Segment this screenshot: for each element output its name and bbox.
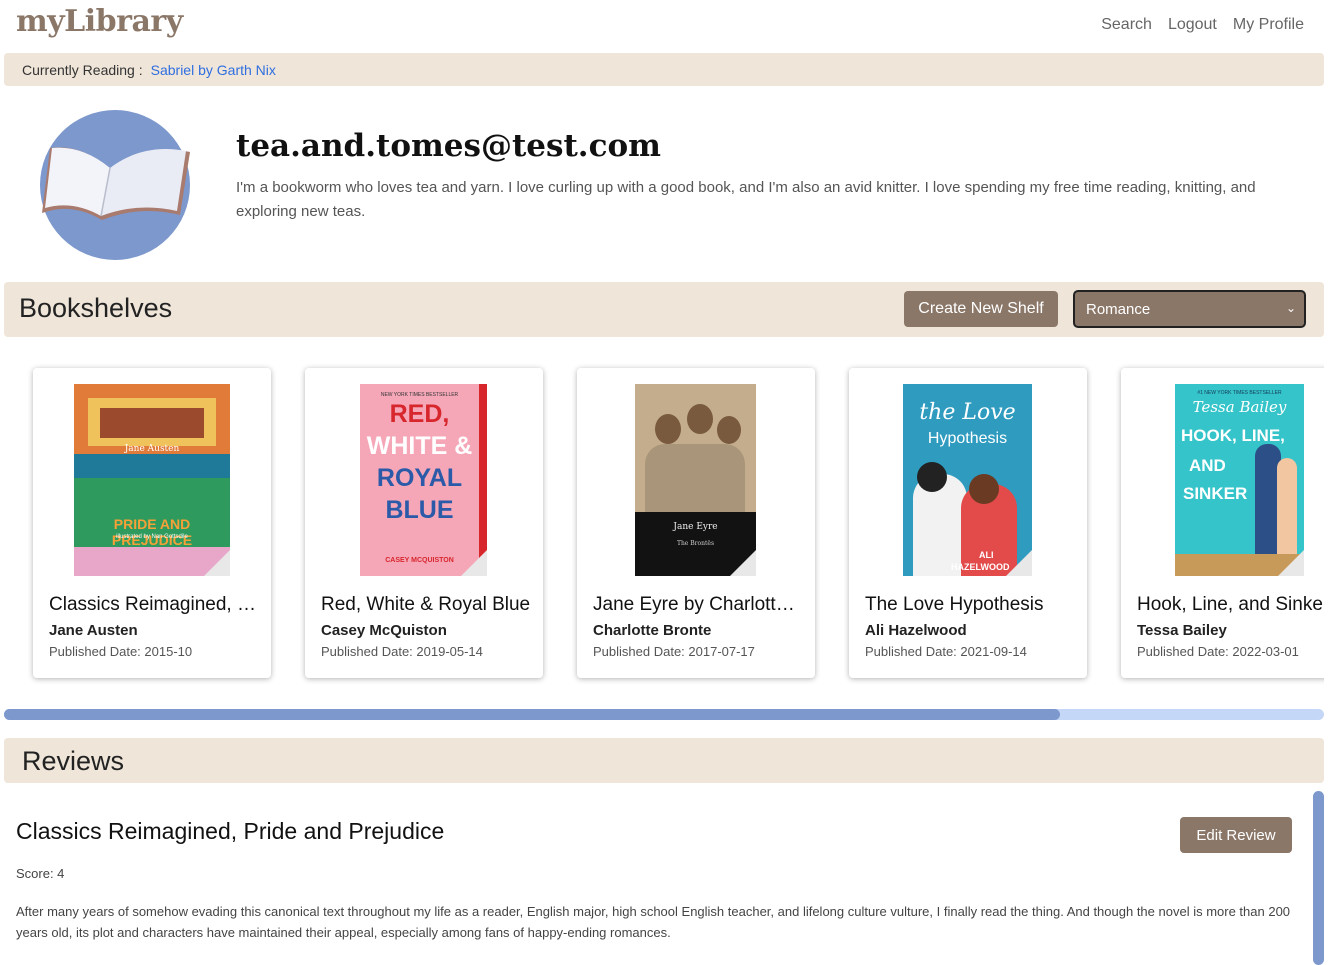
review-book-title: Classics Reimagined, Pride and Prejudice [16,818,445,844]
cover-bestseller-text: NEW YORK TIMES BESTSELLER [380,392,459,398]
open-book-icon [42,147,190,220]
bookshelf-scrollbar-thumb[interactable] [4,709,1060,720]
book-cover: the Love Hypothesis ALI HAZELWOOD [903,384,1032,576]
book-title[interactable]: The Love Hypothesis [865,594,1075,616]
book-author: Jane Austen [49,622,138,639]
book-cover: NEW YORK TIMES BESTSELLER RED, WHITE & R… [360,384,487,576]
reviews-header: Reviews [4,738,1324,783]
reviews-scrollbar-thumb[interactable] [1313,791,1324,965]
bookshelves-header: Bookshelves Create New Shelf Romance ⌄ [4,282,1324,337]
shelf-select[interactable]: Romance ⌄ [1073,290,1306,328]
profile-avatar [40,110,190,260]
nav-search-link[interactable]: Search [1101,16,1152,34]
cover-title-line3: SINKER [1183,484,1248,503]
page-curl-icon [1278,550,1304,576]
currently-reading-label: Currently Reading : [22,61,143,78]
edit-review-button[interactable]: Edit Review [1180,817,1292,853]
cover-author-text: Jane Austen [124,444,180,454]
book-published-date: Published Date: 2015-10 [49,644,193,659]
cover-bestseller-text: #1 NEW YORK TIMES BESTSELLER [1197,390,1282,396]
book-author: Ali Hazelwood [865,622,967,639]
nav-links: Search Logout My Profile [1101,16,1304,34]
cover-title-line1: HOOK, LINE, [1181,426,1285,445]
profile-bio: I'm a bookworm who loves tea and yarn. I… [236,179,1256,220]
book-published-date: Published Date: 2019-05-14 [321,644,483,659]
page-curl-icon [1006,550,1032,576]
currently-reading-book-link[interactable]: Sabriel by Garth Nix [151,62,276,78]
cover-title-line4: BLUE [385,496,454,524]
book-author: Tessa Bailey [1137,622,1227,639]
cover-author-line2: HAZELWOOD [951,562,1010,572]
book-published-date: Published Date: 2022-03-01 [1137,644,1299,659]
cover-title-line1: RED, [389,400,450,428]
book-cover: Jane Eyre The Brontës [635,384,756,576]
review-score: Score: 4 [16,866,65,881]
bookshelves-title: Bookshelves [19,293,173,323]
book-title[interactable]: Red, White & Royal Blue [321,594,531,616]
cover-author-text: The Brontës [676,540,715,547]
book-cover: #1 NEW YORK TIMES BESTSELLER Tessa Baile… [1175,384,1304,576]
book-title[interactable]: Classics Reimagined, Pride and Prejudice [49,594,259,616]
book-title[interactable]: Hook, Line, and Sinker [1137,594,1324,616]
cover-title-line2: AND [1189,456,1226,475]
cover-title-line2: Hypothesis [927,430,1008,447]
book-published-date: Published Date: 2017-07-17 [593,644,755,659]
reviews-title: Reviews [22,746,125,776]
book-author: Charlotte Bronte [593,622,712,639]
bookshelf-carousel[interactable]: Jane Austen PRIDE AND PREJUDICE illustra… [0,355,1324,700]
book-card[interactable]: Jane Eyre The Brontës Jane Eyre by Charl… [577,368,815,678]
currently-reading-bar: Currently Reading : Sabriel by Garth Nix [4,53,1324,86]
book-card[interactable]: NEW YORK TIMES BESTSELLER RED, WHITE & R… [305,368,543,678]
cover-title-text: PRIDE AND PREJUDICE [111,516,193,548]
page-curl-icon [730,550,756,576]
cover-illustrator-text: illustrated by Nan Gottsdile [116,534,188,540]
book-card[interactable]: #1 NEW YORK TIMES BESTSELLER Tessa Baile… [1121,368,1324,678]
shelf-select-value: Romance [1086,300,1151,318]
cover-author-line1: ALI [979,550,994,560]
app-logo[interactable]: myLibrary [16,4,183,39]
book-published-date: Published Date: 2021-09-14 [865,644,1027,659]
create-new-shelf-button[interactable]: Create New Shelf [904,291,1058,327]
book-cover: Jane Austen PRIDE AND PREJUDICE illustra… [74,384,230,576]
chevron-down-icon: ⌄ [1285,301,1296,315]
book-card[interactable]: the Love Hypothesis ALI HAZELWOOD The Lo… [849,368,1087,678]
top-navigation: myLibrary Search Logout My Profile [0,0,1331,52]
profile-username: tea.and.tomes@test.com [236,128,661,164]
cover-title-line3: ROYAL [376,464,463,492]
cover-author-text: Tessa Bailey [1192,398,1287,416]
book-author: Casey McQuiston [321,622,447,639]
book-card[interactable]: Jane Austen PRIDE AND PREJUDICE illustra… [33,368,271,678]
book-title[interactable]: Jane Eyre by Charlotte Bronte [593,594,803,616]
bookshelf-scrollbar[interactable] [4,709,1324,720]
nav-my-profile-link[interactable]: My Profile [1233,16,1304,34]
cover-title-line2: WHITE & [366,432,473,460]
nav-logout-link[interactable]: Logout [1168,16,1217,34]
cover-title-line1: the Love [919,400,1016,425]
review-text: After many years of somehow evading this… [16,904,1291,940]
cover-title-text: Jane Eyre [673,522,718,532]
page-curl-icon [204,550,230,576]
page-curl-icon [461,550,487,576]
